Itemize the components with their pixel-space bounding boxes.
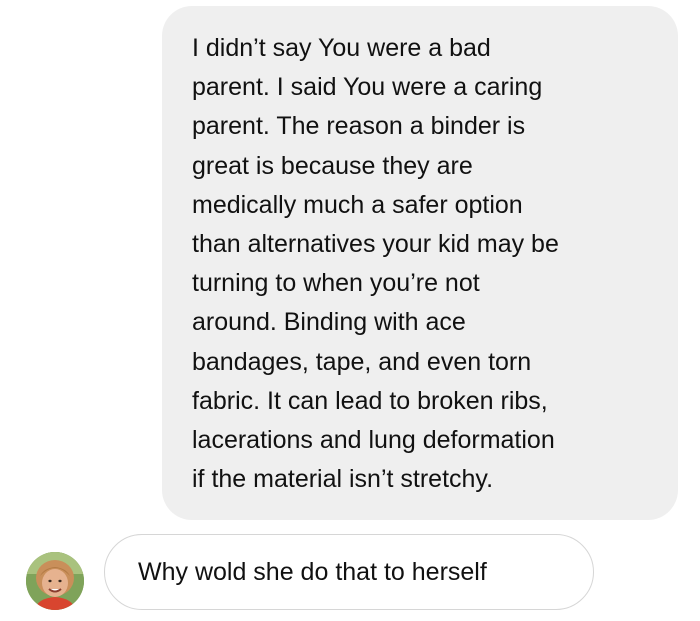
received-message-bubble[interactable]: Why wold she do that to herself [104,534,594,610]
chat-thread: I didn’t say You were a bad parent. I sa… [0,0,700,621]
message-line: fabric. It can lead to broken ribs, [192,386,548,415]
message-line: than alternatives your kid may be [192,230,559,259]
message-line: I didn’t say You were a bad [192,34,491,62]
avatar-portrait-icon [26,552,84,610]
message-line: medically much a safer option [192,190,523,219]
message-line: if the material isn’t stretchy. [192,465,494,494]
message-line: great is because they are [192,151,473,180]
message-line: turning to when you’re not [192,269,480,298]
user-avatar-photo-icon[interactable] [26,552,84,610]
message-line: lacerations and lung deformation [192,426,555,455]
sent-message-bubble[interactable]: I didn’t say You were a bad parent. I sa… [162,6,678,520]
message-line: parent. The reason a binder is [192,112,526,141]
received-message-text: Why wold she do that to herself [138,557,487,586]
message-line: around. Binding with ace [192,308,466,337]
message-line: parent. I said You were a caring [192,73,543,102]
message-line: bandages, tape, and even torn [192,347,532,376]
received-message-row: Why wold she do that to herself [0,530,700,614]
